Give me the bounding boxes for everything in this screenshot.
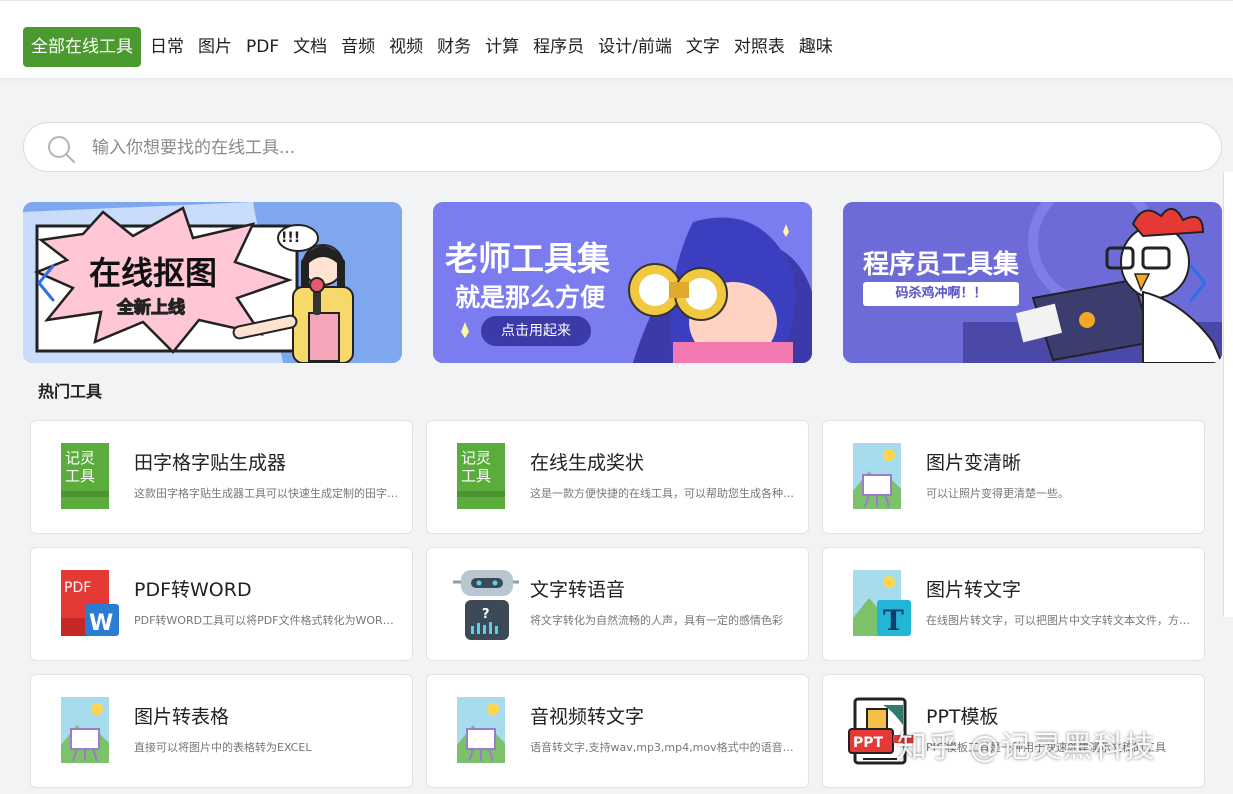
tool-description: 语音转文字,支持wav,mp3,mp4,mov格式中的语音转为文字	[530, 741, 795, 754]
banner-cta-button[interactable]: 点击用起来	[481, 316, 591, 346]
section-title-hot-tools: 热门工具	[38, 382, 103, 401]
pdf-label: PDF	[64, 580, 91, 596]
nav-item-image[interactable]: 图片	[198, 27, 232, 67]
scrollbar[interactable]	[1223, 172, 1233, 617]
tool-description: 将文字转化为自然流畅的人声，具有一定的感情色彩	[530, 614, 783, 627]
banner-title: 在线抠图	[89, 254, 218, 292]
nav-item-document[interactable]: 文档	[293, 27, 327, 67]
nav-item-pdf[interactable]: PDF	[246, 27, 279, 67]
tool-title: 音视频转文字	[530, 706, 645, 728]
logo-text-line2: 工具	[65, 467, 95, 485]
tool-description: 这是一款方便快捷的在线工具，可以帮助您生成各种奖状	[530, 487, 795, 500]
nav-item-calculate[interactable]: 计算	[485, 27, 519, 67]
tool-title: 田字格字贴生成器	[134, 452, 287, 474]
pdf-to-word-icon: PDF W	[61, 570, 119, 636]
top-nav-bar: 全部在线工具 日常 图片 PDF 文档 音频 视频 财务 计算 程序员 设计/前…	[0, 0, 1233, 78]
tool-card-pdf-to-word[interactable]: PDF W PDF转WORD PDF转WORD工具可以将PDF文件格式转化为WO…	[30, 547, 413, 661]
banner-subtitle: 码杀鸡冲啊！！	[863, 282, 1019, 306]
tool-card-image-to-table[interactable]: 图片转表格 直接可以将图片中的表格转为EXCEL	[30, 674, 413, 788]
tool-description: 直接可以将图片中的表格转为EXCEL	[134, 741, 312, 754]
nav-item-comparison-table[interactable]: 对照表	[734, 27, 785, 67]
robot-icon: ?	[453, 570, 519, 640]
banner-online-cutout[interactable]: 在线抠图 全新上线 !!!	[23, 202, 402, 363]
banner-title: 程序员工具集	[863, 250, 1020, 280]
search-input[interactable]	[92, 133, 1192, 163]
ppt-label: PPT	[853, 735, 884, 751]
word-label: W	[89, 611, 113, 636]
tool-title: 图片变清晰	[926, 452, 1022, 474]
banner-programmer-tools[interactable]: 程序员工具集 码杀鸡冲啊！！	[843, 202, 1222, 363]
robot-question-mark: ?	[482, 607, 490, 622]
tool-title: 图片转文字	[926, 579, 1022, 601]
nav-item-design-frontend[interactable]: 设计/前端	[598, 27, 672, 67]
tool-title: 文字转语音	[530, 579, 626, 601]
tool-description: PDF转WORD工具可以将PDF文件格式转化为WORD文件格式	[134, 614, 399, 627]
search-bar	[23, 122, 1222, 172]
speech-bubble: !!!	[281, 230, 301, 246]
picture-easel-icon	[853, 443, 901, 509]
tool-card-text-to-speech[interactable]: ? 文字转语音 将文字转化为自然流畅的人声，具有一定的感情色彩	[426, 547, 809, 661]
tool-card-image-sharpen[interactable]: 图片变清晰 可以让照片变得更清楚一些。	[822, 420, 1205, 534]
tool-description: 这款田字格字贴生成器工具可以快速生成定制的田字格字贴	[134, 487, 399, 500]
logo-text-line2: 工具	[461, 467, 491, 485]
nav-item-programmer[interactable]: 程序员	[533, 27, 584, 67]
tool-card-image-to-text[interactable]: T 图片转文字 在线图片转文字，可以把图片中文字转文本文件，方便复制	[822, 547, 1205, 661]
tool-title: 在线生成奖状	[530, 452, 645, 474]
nav-item-all-tools[interactable]: 全部在线工具	[23, 27, 141, 67]
tool-title: PDF转WORD	[134, 579, 252, 601]
nav-item-fun[interactable]: 趣味	[799, 27, 833, 67]
banner-subtitle: 就是那么方便	[455, 283, 606, 312]
tool-description: 在线图片转文字，可以把图片中文字转文本文件，方便复制	[926, 614, 1191, 627]
nav-item-text[interactable]: 文字	[686, 27, 720, 67]
nav-item-video[interactable]: 视频	[389, 27, 423, 67]
banner-subtitle: 全新上线	[117, 298, 186, 319]
tool-title: 图片转表格	[134, 706, 230, 728]
tool-card-tianzige[interactable]: 记灵 工具 田字格字贴生成器 这款田字格字贴生成器工具可以快速生成定制的田字格字…	[30, 420, 413, 534]
nav-item-daily[interactable]: 日常	[150, 27, 184, 67]
logo-text-line1: 记灵	[65, 449, 95, 467]
picture-easel-icon	[61, 697, 109, 763]
nav-item-finance[interactable]: 财务	[437, 27, 471, 67]
category-nav: 全部在线工具 日常 图片 PDF 文档 音频 视频 财务 计算 程序员 设计/前…	[23, 27, 847, 67]
tool-card-av-to-text[interactable]: 音视频转文字 语音转文字,支持wav,mp3,mp4,mov格式中的语音转为文字	[426, 674, 809, 788]
jiling-logo-icon: 记灵 工具	[61, 443, 109, 509]
picture-easel-icon	[457, 697, 505, 763]
jiling-logo-icon: 记灵 工具	[457, 443, 505, 509]
picture-text-icon: T	[853, 570, 911, 637]
text-glyph: T	[883, 604, 904, 637]
watermark: 知乎 @记灵黑科技	[897, 730, 1156, 765]
nav-item-audio[interactable]: 音频	[341, 27, 375, 67]
tool-description: 可以让照片变得更清楚一些。	[926, 487, 1069, 500]
carousel-next-arrow[interactable]	[1185, 262, 1211, 304]
search-icon	[48, 136, 76, 164]
carousel-prev-arrow[interactable]	[33, 262, 59, 304]
logo-text-line1: 记灵	[461, 449, 491, 467]
banner-teacher-tools[interactable]: 老师工具集 就是那么方便 点击用起来	[433, 202, 812, 363]
banner-title: 老师工具集	[445, 239, 610, 278]
tool-card-certificate[interactable]: 记灵 工具 在线生成奖状 这是一款方便快捷的在线工具，可以帮助您生成各种奖状	[426, 420, 809, 534]
